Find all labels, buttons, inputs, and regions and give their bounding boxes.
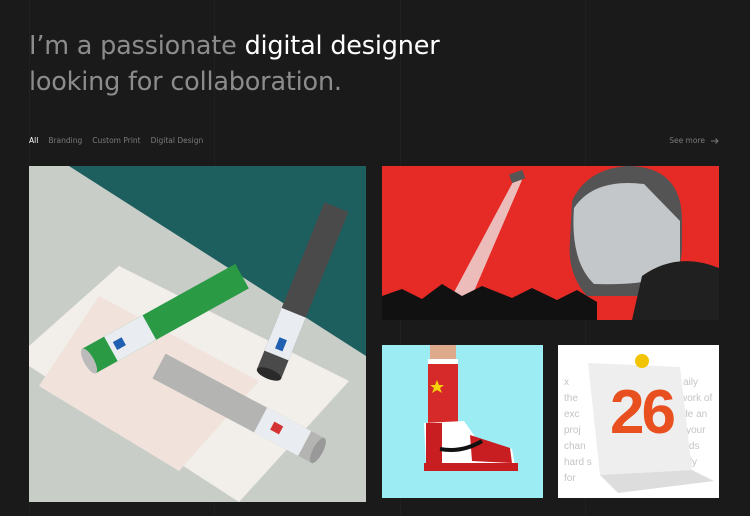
hero-line1-highlight: digital designer — [244, 31, 440, 61]
svg-text:the: the — [564, 393, 578, 404]
svg-text:for: for — [564, 473, 576, 484]
hero-line2: looking for collaboration. — [29, 67, 342, 97]
svg-text:exc: exc — [564, 409, 580, 420]
filter-tab-branding[interactable]: Branding — [48, 136, 82, 145]
svg-text:hard s: hard s — [564, 457, 592, 468]
see-more-label: See more — [669, 136, 705, 145]
category-filter-tabs: All Branding Custom Print Digital Design — [29, 136, 203, 145]
portfolio-card-riot-helmet[interactable] — [382, 166, 719, 320]
svg-text:aily: aily — [683, 377, 698, 388]
portfolio-card-sneaker[interactable] — [382, 345, 543, 498]
calendar-number: 26 — [610, 378, 674, 447]
filter-tab-custom-print[interactable]: Custom Print — [92, 136, 140, 145]
see-more-link[interactable]: See more — [669, 136, 719, 145]
tubes-mockup-image — [29, 166, 366, 502]
sneaker-image — [382, 345, 543, 498]
calendar-print-image: x the exc proj chan hard s for aily work… — [558, 345, 719, 498]
svg-text:chan: chan — [564, 441, 586, 452]
hero-line1-muted: I’m a passionate — [29, 31, 245, 61]
filter-tab-all[interactable]: All — [29, 136, 38, 145]
arrow-right-icon — [711, 137, 719, 144]
svg-text:x: x — [564, 377, 569, 388]
svg-text:proj: proj — [564, 425, 581, 436]
filter-tab-digital-design[interactable]: Digital Design — [151, 136, 204, 145]
portfolio-card-calendar[interactable]: x the exc proj chan hard s for aily work… — [558, 345, 719, 498]
hero-heading: I’m a passionate digital designer lookin… — [29, 28, 440, 100]
riot-helmet-image — [382, 166, 719, 320]
portfolio-card-tubes[interactable] — [29, 166, 366, 502]
